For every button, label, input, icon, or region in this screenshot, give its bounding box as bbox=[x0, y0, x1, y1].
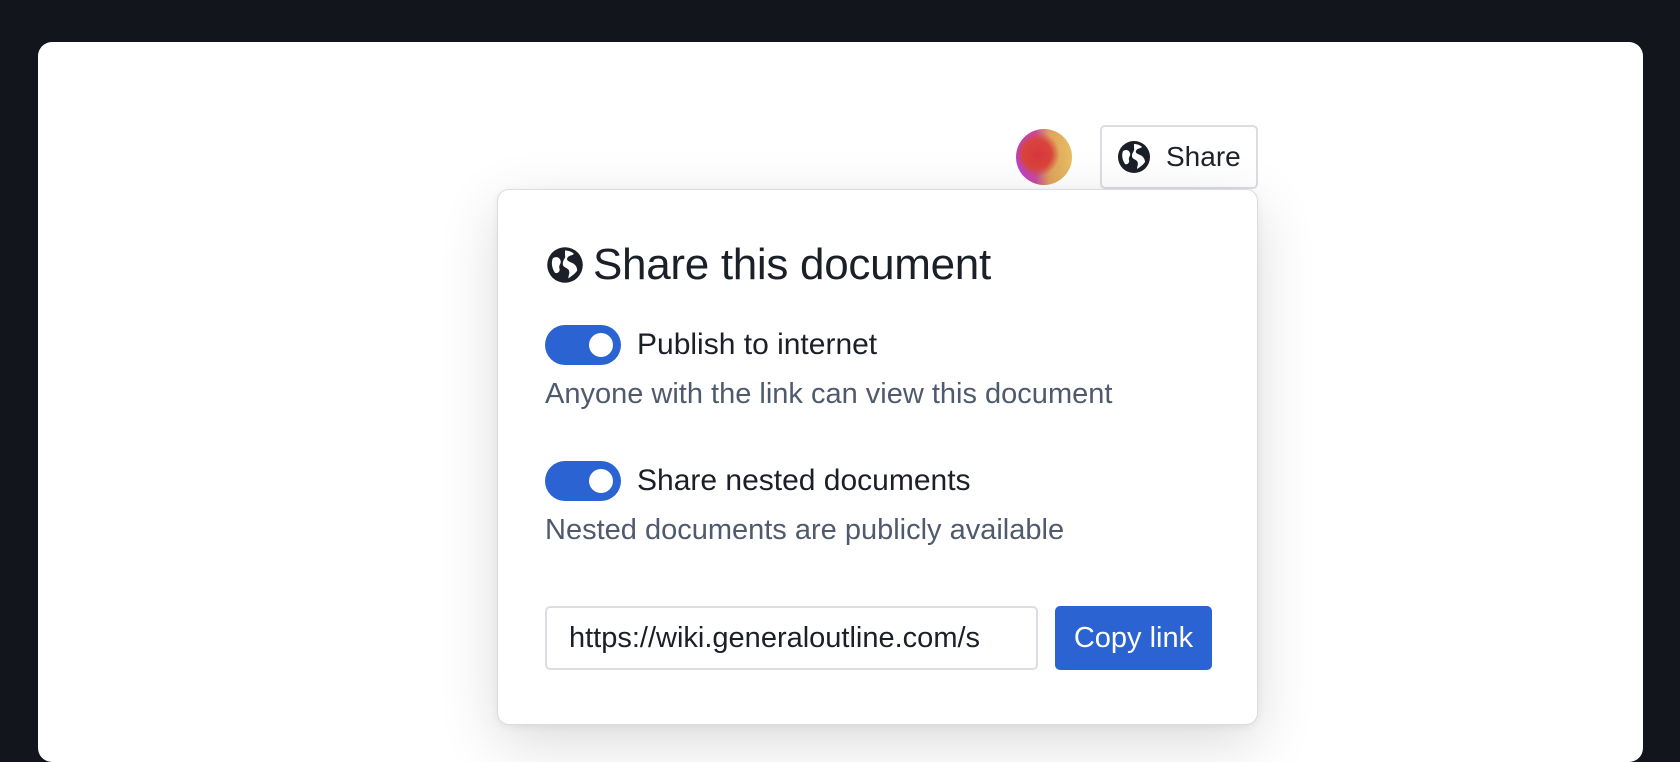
toggle-knob bbox=[589, 333, 613, 357]
share-button[interactable]: Share bbox=[1100, 125, 1258, 189]
user-avatar[interactable] bbox=[1016, 129, 1072, 185]
globe-icon bbox=[547, 247, 583, 283]
nested-toggle-row: Share nested documents bbox=[545, 461, 971, 501]
publish-toggle-label: Publish to internet bbox=[637, 328, 878, 361]
publish-toggle-row: Publish to internet bbox=[545, 325, 877, 365]
share-popover: Share this document Publish to internet … bbox=[497, 189, 1258, 725]
publish-description: Anyone with the link can view this docum… bbox=[545, 378, 1113, 410]
nested-toggle[interactable] bbox=[545, 461, 621, 501]
nested-description: Nested documents are publicly available bbox=[545, 514, 1065, 546]
globe-icon bbox=[1118, 141, 1150, 173]
share-link-input[interactable] bbox=[545, 606, 1038, 670]
copy-link-button[interactable]: Copy link bbox=[1055, 606, 1212, 670]
toggle-knob bbox=[589, 469, 613, 493]
popover-title-text: Share this document bbox=[593, 240, 991, 289]
share-button-label: Share bbox=[1166, 141, 1241, 172]
publish-toggle[interactable] bbox=[545, 325, 621, 365]
document-page: Share Share this document Publish to int… bbox=[38, 42, 1643, 762]
nested-toggle-label: Share nested documents bbox=[637, 464, 971, 497]
popover-title: Share this document bbox=[545, 240, 991, 290]
